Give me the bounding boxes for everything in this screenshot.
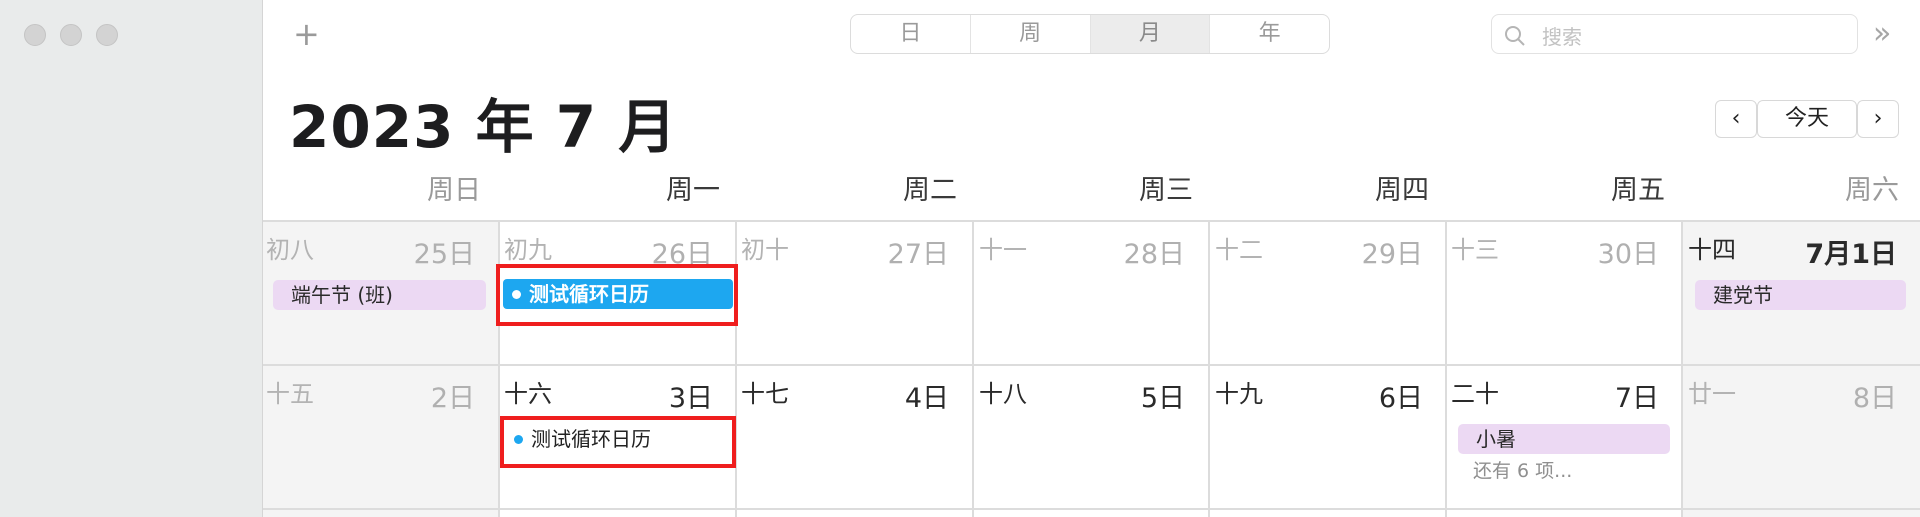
zoom-window-button[interactable]	[96, 24, 118, 46]
search-icon	[1503, 24, 1527, 52]
header-divider	[263, 220, 1920, 222]
day-number: 8日	[1852, 383, 1897, 414]
week-divider	[263, 508, 1920, 510]
sidebar	[0, 0, 263, 517]
minimize-window-button[interactable]	[60, 24, 82, 46]
highlight-box	[496, 264, 738, 326]
tab-week[interactable]: 周	[969, 15, 1090, 53]
prev-month-button[interactable]: ‹	[1715, 100, 1757, 138]
more-events-link[interactable]: 还有 6 项...	[1473, 456, 1572, 483]
view-switcher: 日 周 月 年	[850, 14, 1330, 54]
tab-day[interactable]: 日	[851, 15, 970, 53]
chevron-double-right-icon[interactable]: »	[1873, 14, 1891, 54]
tab-year[interactable]: 年	[1209, 15, 1329, 53]
search-placeholder: 搜索	[1542, 25, 1582, 49]
holiday-event[interactable]: 建党节	[1695, 280, 1906, 310]
today-button[interactable]: 今天	[1757, 100, 1857, 138]
search-input[interactable]: 搜索	[1491, 14, 1858, 54]
weekday-sat: 周六	[1845, 175, 1899, 206]
holiday-event[interactable]: 端午节 (班)	[273, 280, 486, 310]
next-month-button[interactable]: ›	[1857, 100, 1899, 138]
close-window-button[interactable]	[24, 24, 46, 46]
add-event-button[interactable]: +	[293, 14, 320, 54]
holiday-event[interactable]: 小暑	[1458, 424, 1670, 454]
page-title: 2023 年 7 月	[289, 93, 678, 161]
calendar-main: + 日 周 月 年 搜索 » 2023 年 7 月 ‹ 今天 › 周日 周一 周…	[263, 0, 1920, 517]
tab-month[interactable]: 月	[1089, 15, 1210, 53]
week-divider	[263, 364, 1920, 366]
highlight-box	[500, 416, 736, 468]
